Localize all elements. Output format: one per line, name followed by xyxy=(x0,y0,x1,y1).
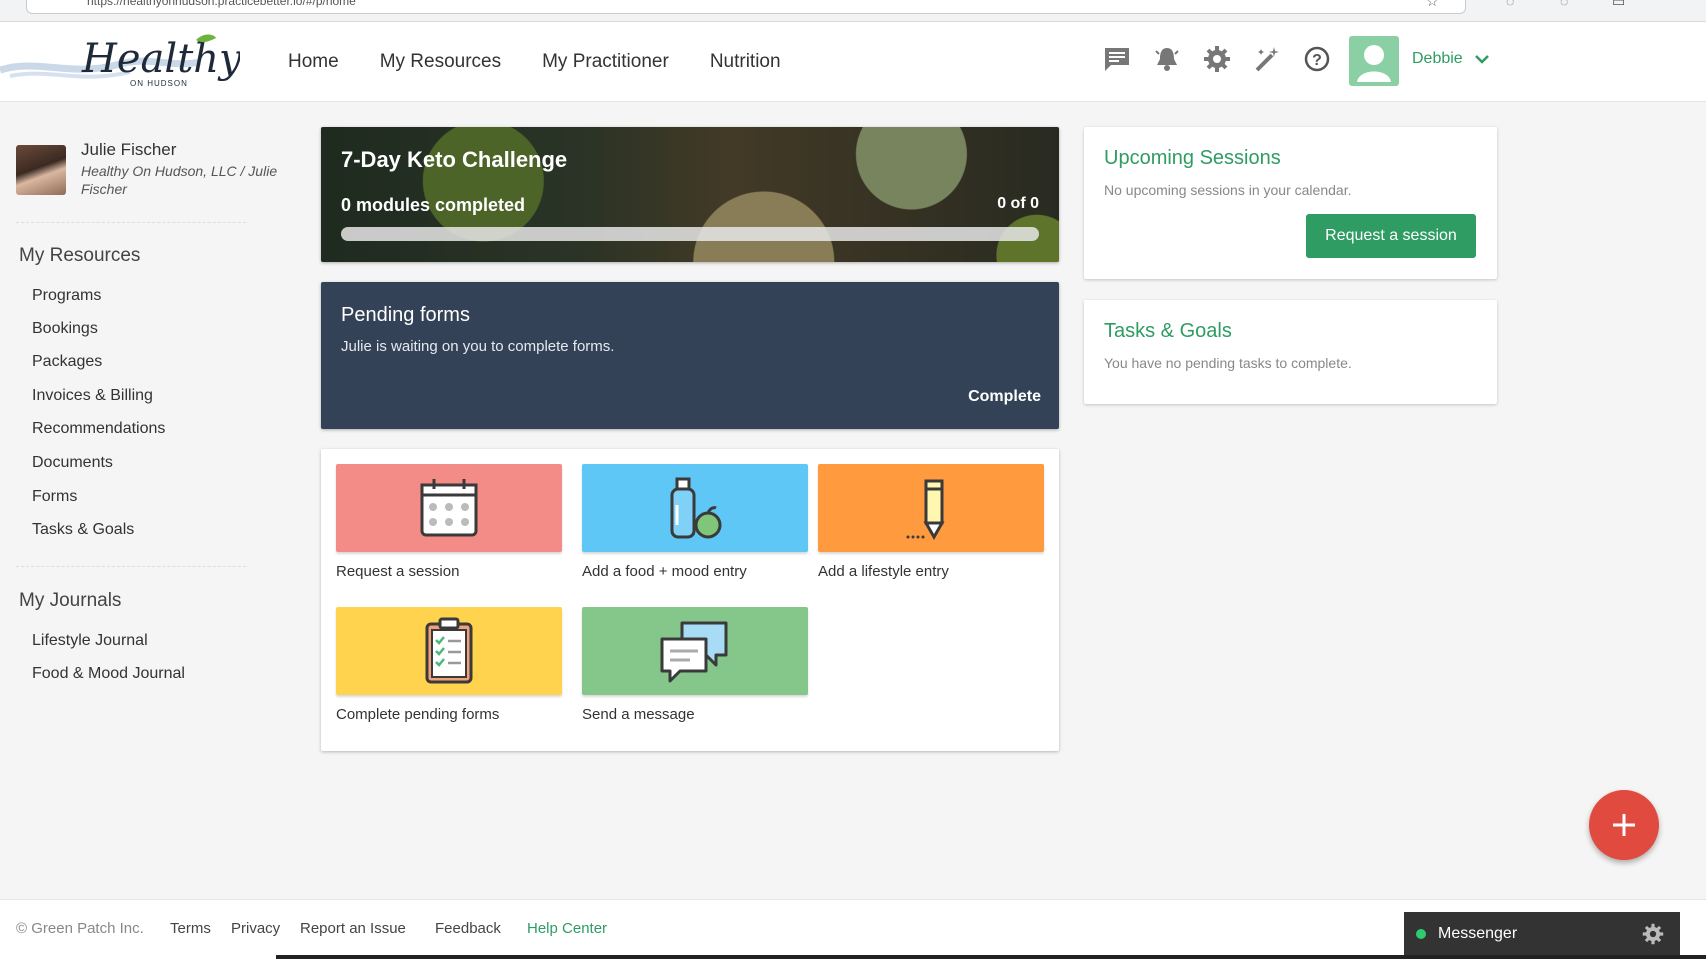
request-session-label[interactable]: Request a session xyxy=(336,563,459,580)
send-message-tile[interactable] xyxy=(582,607,808,695)
footer-report-link[interactable]: Report an Issue xyxy=(300,920,406,937)
upcoming-sessions-text: No upcoming sessions in your calendar. xyxy=(1104,182,1352,198)
upcoming-sessions-title: Upcoming Sessions xyxy=(1104,147,1281,169)
footer-help-center-link[interactable]: Help Center xyxy=(527,920,607,937)
food-mood-entry-label[interactable]: Add a food + mood entry xyxy=(582,563,747,580)
program-progress-bar xyxy=(341,227,1039,241)
pencil-icon xyxy=(906,479,945,541)
sidebar-divider xyxy=(16,222,246,223)
chat-bubbles-icon xyxy=(660,621,728,683)
food-mood-entry-tile[interactable] xyxy=(582,464,808,552)
practitioner-name: Julie Fischer xyxy=(81,140,177,159)
clipboard-icon xyxy=(425,617,473,684)
sidebar-item-packages[interactable]: Packages xyxy=(32,353,102,371)
practitioner-org: Healthy On Hudson, LLC / Julie Fischer xyxy=(81,163,278,197)
request-session-tile[interactable] xyxy=(336,464,562,552)
sidebar-item-tasks-goals[interactable]: Tasks & Goals xyxy=(32,521,134,539)
tasks-goals-text: You have no pending tasks to complete. xyxy=(1104,355,1352,371)
practitioner-photo xyxy=(16,145,66,195)
logo-wordmark: Healthy xyxy=(81,36,240,82)
chat-icon[interactable] xyxy=(1102,44,1132,74)
messenger-label: Messenger xyxy=(1438,925,1518,942)
footer-copyright: © Green Patch Inc. xyxy=(16,920,144,937)
gear-icon[interactable] xyxy=(1202,44,1232,74)
brand-logo[interactable]: Healthy ON HUDSON xyxy=(0,28,243,94)
program-count: 0 of 0 xyxy=(997,195,1039,212)
lifestyle-entry-tile[interactable] xyxy=(818,464,1044,552)
upcoming-sessions-card: Upcoming Sessions No upcoming sessions i… xyxy=(1084,127,1497,279)
pending-forms-text: Julie is waiting on you to complete form… xyxy=(341,338,615,355)
sidebar-item-documents[interactable]: Documents xyxy=(32,454,113,472)
extension-icon[interactable]: ◌ xyxy=(1506,0,1522,8)
complete-forms-label[interactable]: Complete pending forms xyxy=(336,706,499,723)
sidebar-divider xyxy=(16,566,246,567)
sidebar-item-forms[interactable]: Forms xyxy=(32,488,77,506)
address-bar[interactable]: https://healthyonhudson.practicebetter.i… xyxy=(26,0,1466,14)
plus-icon xyxy=(1613,814,1635,836)
sidebar-heading-journals: My Journals xyxy=(19,590,122,611)
pending-forms-title: Pending forms xyxy=(341,304,470,326)
program-modules-text: 0 modules completed xyxy=(341,195,526,215)
profile-icon[interactable]: ◌ xyxy=(1560,0,1576,8)
svg-text:?: ? xyxy=(1312,52,1322,69)
complete-forms-button[interactable]: Complete xyxy=(968,388,1041,406)
sidebar-item-food-mood-journal[interactable]: Food & Mood Journal xyxy=(32,665,185,683)
tasks-goals-title: Tasks & Goals xyxy=(1104,320,1232,342)
request-session-button[interactable]: Request a session xyxy=(1306,214,1476,258)
bookmark-star-icon[interactable]: ☆ xyxy=(1426,0,1442,8)
browser-toolbar: https://healthyonhudson.practicebetter.i… xyxy=(0,0,1706,22)
add-fab-button[interactable] xyxy=(1589,790,1659,860)
user-menu-name[interactable]: Debbie xyxy=(1412,50,1463,68)
complete-forms-tile[interactable] xyxy=(336,607,562,695)
lifestyle-entry-label[interactable]: Add a lifestyle entry xyxy=(818,563,949,580)
messenger-gear-icon[interactable] xyxy=(1642,923,1664,950)
user-avatar[interactable] xyxy=(1349,36,1399,86)
taskbar-edge xyxy=(276,955,1706,959)
nav-my-practitioner[interactable]: My Practitioner xyxy=(542,51,669,73)
sidebar-heading-resources: My Resources xyxy=(19,245,141,266)
url-text: https://healthyonhudson.practicebetter.i… xyxy=(87,0,356,8)
logo-subtext: ON HUDSON xyxy=(130,79,188,88)
top-navigation: Healthy ON HUDSON Home My Resources My P… xyxy=(0,22,1706,102)
online-status-dot xyxy=(1416,929,1426,939)
chevron-down-icon[interactable] xyxy=(1474,52,1490,70)
menu-icon[interactable]: ▭ xyxy=(1612,0,1628,8)
main-nav: Home My Resources My Practitioner Nutrit… xyxy=(288,22,822,102)
help-icon[interactable]: ? xyxy=(1302,44,1332,74)
footer-feedback-link[interactable]: Feedback xyxy=(435,920,501,937)
sidebar-item-recommendations[interactable]: Recommendations xyxy=(32,420,165,438)
messenger-widget[interactable]: Messenger xyxy=(1404,912,1680,956)
magic-wand-icon[interactable] xyxy=(1252,44,1282,74)
footer-privacy-link[interactable]: Privacy xyxy=(231,920,280,937)
sidebar-item-invoices[interactable]: Invoices & Billing xyxy=(32,387,153,405)
nav-icon-group: ? xyxy=(1102,44,1332,74)
tasks-goals-card: Tasks & Goals You have no pending tasks … xyxy=(1084,300,1497,404)
bell-icon[interactable] xyxy=(1152,44,1182,74)
sidebar-item-programs[interactable]: Programs xyxy=(32,287,101,305)
nav-my-resources[interactable]: My Resources xyxy=(380,51,501,73)
sidebar-item-bookings[interactable]: Bookings xyxy=(32,320,98,338)
food-mood-icon xyxy=(670,477,722,539)
sidebar-item-lifestyle-journal[interactable]: Lifestyle Journal xyxy=(32,632,148,650)
quick-actions-card: Request a session Add a food + mood entr… xyxy=(321,449,1059,751)
send-message-label[interactable]: Send a message xyxy=(582,706,695,723)
footer-terms-link[interactable]: Terms xyxy=(170,920,211,937)
nav-home[interactable]: Home xyxy=(288,51,339,73)
pending-forms-card: Pending forms Julie is waiting on you to… xyxy=(321,282,1059,429)
program-card[interactable]: 7-Day Keto Challenge 0 modules completed… xyxy=(321,127,1059,262)
calendar-icon xyxy=(420,479,478,537)
nav-nutrition[interactable]: Nutrition xyxy=(710,51,781,73)
program-title: 7-Day Keto Challenge xyxy=(341,147,568,172)
